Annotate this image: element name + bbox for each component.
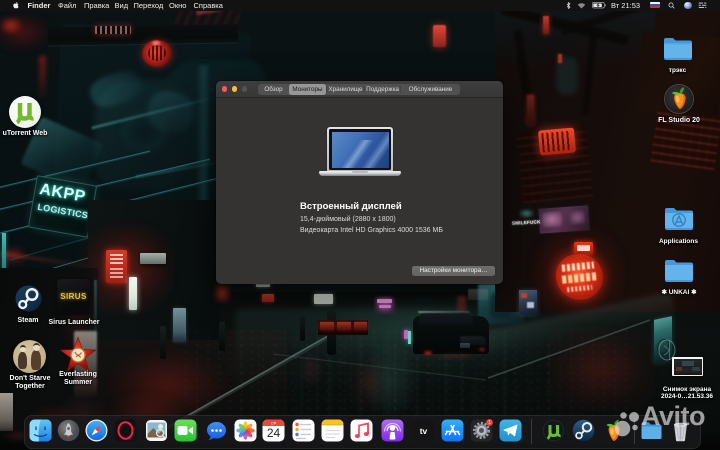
svg-text:tv: tv — [420, 426, 428, 436]
svg-text:1: 1 — [488, 420, 491, 426]
svg-text:СР: СР — [271, 421, 277, 426]
svg-text:24: 24 — [267, 426, 281, 440]
